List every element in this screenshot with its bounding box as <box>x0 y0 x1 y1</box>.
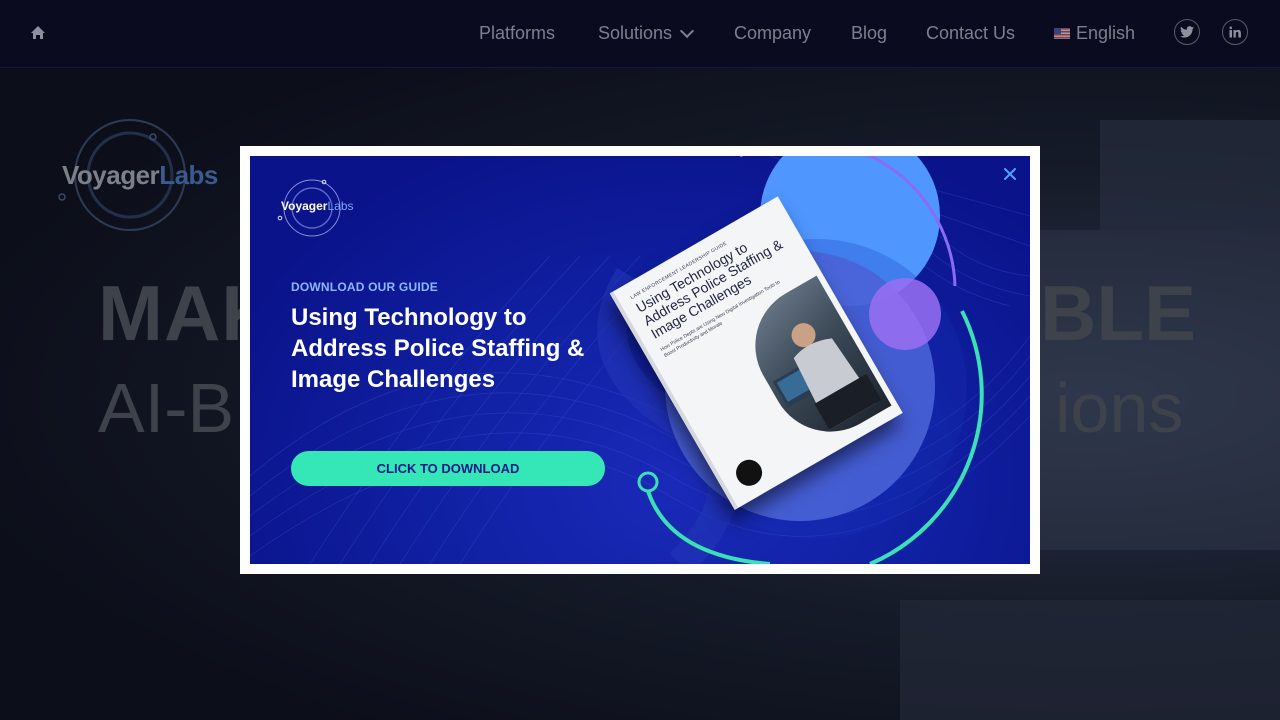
nav-blog-link[interactable]: Blog <box>851 23 887 44</box>
linkedin-button[interactable] <box>1222 19 1248 45</box>
nav-solutions-menu[interactable]: Solutions <box>598 23 695 44</box>
home-icon[interactable] <box>30 25 46 41</box>
language-selector[interactable]: English <box>1054 23 1135 44</box>
twitter-button[interactable] <box>1174 19 1200 45</box>
download-guide-modal: VoyagerLabs DOWNLOAD OUR GUIDE Using Tec… <box>240 146 1040 574</box>
nav-company-link[interactable]: Company <box>734 23 811 44</box>
us-flag-icon <box>1054 28 1070 39</box>
hero-heading-fragment: BLE <box>1040 269 1196 357</box>
linkedin-icon <box>1229 26 1241 38</box>
twitter-icon <box>1180 26 1194 38</box>
nav-contact-link[interactable]: Contact Us <box>926 23 1015 44</box>
modal-logo: VoyagerLabs <box>281 199 354 213</box>
logo-voyager-text: Voyager <box>62 160 160 190</box>
nav-platforms-link[interactable]: Platforms <box>479 23 555 44</box>
chevron-down-icon <box>679 23 695 39</box>
close-icon[interactable] <box>1000 164 1020 184</box>
language-label: English <box>1076 23 1136 43</box>
modal-headline: Using Technology to Address Police Staff… <box>291 304 585 393</box>
modal-banner: VoyagerLabs DOWNLOAD OUR GUIDE Using Tec… <box>250 156 1030 564</box>
modal-eyebrow: DOWNLOAD OUR GUIDE <box>291 280 438 294</box>
top-navbar: Platforms Solutions Company Blog Contact… <box>0 0 1280 68</box>
hero-subheading-fragment: ions <box>1055 369 1184 447</box>
background-photo-panel <box>1100 120 1280 230</box>
logo-labs-text: Labs <box>327 199 354 213</box>
click-to-download-button[interactable]: CLICK TO DOWNLOAD <box>291 451 605 486</box>
hero-subheading-fragment: AI-B <box>98 369 235 447</box>
nav-solutions-label: Solutions <box>598 23 673 43</box>
background-logo: VoyagerLabs <box>62 160 218 191</box>
logo-labs-text: Labs <box>159 160 218 190</box>
book-logo-badge <box>731 455 767 491</box>
logo-voyager-text: Voyager <box>281 199 328 213</box>
background-photo-panel <box>900 600 1280 720</box>
